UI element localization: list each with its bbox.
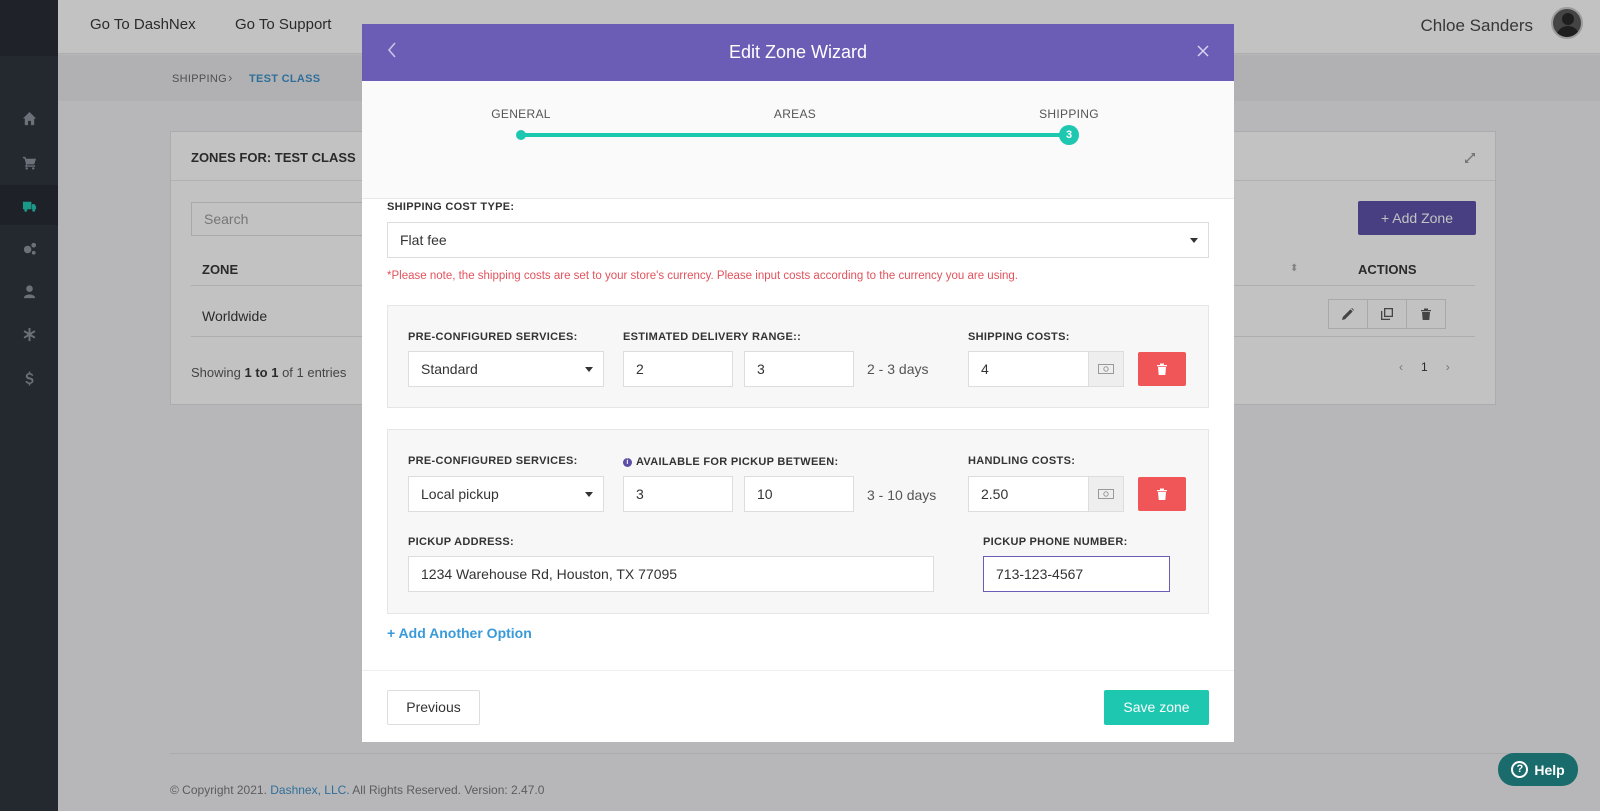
step-start-dot [516, 130, 526, 140]
add-another-option-link[interactable]: + Add Another Option [387, 625, 532, 641]
shipping-cost-type-label: SHIPPING COST TYPE: [387, 201, 515, 213]
money-icon [1088, 476, 1124, 512]
shipping-cost-input[interactable]: 4 [968, 351, 1089, 387]
service-label: PRE-CONFIGURED SERVICES: [408, 331, 578, 343]
divider [362, 670, 1234, 671]
shipping-costs-label: SHIPPING COSTS: [968, 331, 1070, 343]
pickup-range-from-input[interactable]: 3 [623, 476, 733, 512]
delivery-range-from-input[interactable]: 2 [623, 351, 733, 387]
trash-icon [1157, 363, 1167, 375]
service-select[interactable]: Local pickup [408, 476, 604, 512]
delivery-range-to-input[interactable]: 3 [744, 351, 854, 387]
pickup-range-to-input[interactable]: 10 [744, 476, 854, 512]
question-icon: ? [1511, 761, 1529, 778]
caret-down-icon [1190, 238, 1198, 243]
step-general[interactable]: GENERAL [491, 107, 550, 121]
shipping-cost-type-select[interactable]: Flat fee [387, 222, 1209, 258]
service-select[interactable]: Standard [408, 351, 604, 387]
service-option-standard: PRE-CONFIGURED SERVICES: Standard ESTIMA… [387, 305, 1209, 408]
previous-button[interactable]: Previous [387, 690, 480, 725]
service-option-local-pickup: PRE-CONFIGURED SERVICES: Local pickup iA… [387, 429, 1209, 614]
edit-zone-modal: Edit Zone Wizard GENERAL AREAS SHIPPING … [362, 24, 1234, 742]
pickup-phone-label: PICKUP PHONE NUMBER: [983, 536, 1128, 548]
help-button[interactable]: ? Help [1498, 753, 1578, 786]
close-icon[interactable] [1196, 44, 1210, 63]
step-areas[interactable]: AREAS [774, 107, 816, 121]
wizard-steps: GENERAL AREAS SHIPPING 3 [362, 81, 1234, 199]
help-label: Help [1534, 761, 1565, 778]
pickup-address-input[interactable]: 1234 Warehouse Rd, Houston, TX 77095 [408, 556, 934, 592]
save-zone-button[interactable]: Save zone [1104, 690, 1209, 725]
delete-option-button[interactable] [1138, 477, 1186, 511]
service-label: PRE-CONFIGURED SERVICES: [408, 455, 578, 467]
handling-costs-label: HANDLING COSTS: [968, 455, 1076, 467]
modal-header: Edit Zone Wizard [362, 24, 1234, 81]
caret-down-icon [585, 367, 593, 372]
pickup-range-text: 3 - 10 days [867, 487, 937, 503]
current-step-indicator: 3 [1059, 125, 1079, 145]
pickup-range-label: i AVAILABLE FOR PICKUP BETWEEN: [623, 456, 838, 468]
currency-note: *Please note, the shipping costs are set… [387, 270, 1018, 282]
modal-title: Edit Zone Wizard [728, 42, 868, 62]
info-icon[interactable]: i [623, 458, 632, 467]
step-progress-line [521, 133, 1069, 137]
delivery-range-label: ESTIMATED DELIVERY RANGE:: [623, 331, 802, 343]
delivery-range-text: 2 - 3 days [867, 361, 929, 377]
caret-down-icon [585, 492, 593, 497]
pickup-phone-input[interactable]: 713-123-4567 [983, 556, 1170, 592]
step-shipping[interactable]: SHIPPING [1039, 107, 1099, 121]
pickup-address-label: PICKUP ADDRESS: [408, 536, 514, 548]
delete-option-button[interactable] [1138, 352, 1186, 386]
handling-cost-input[interactable]: 2.50 [968, 476, 1089, 512]
money-icon [1088, 351, 1124, 387]
trash-icon [1157, 488, 1167, 500]
